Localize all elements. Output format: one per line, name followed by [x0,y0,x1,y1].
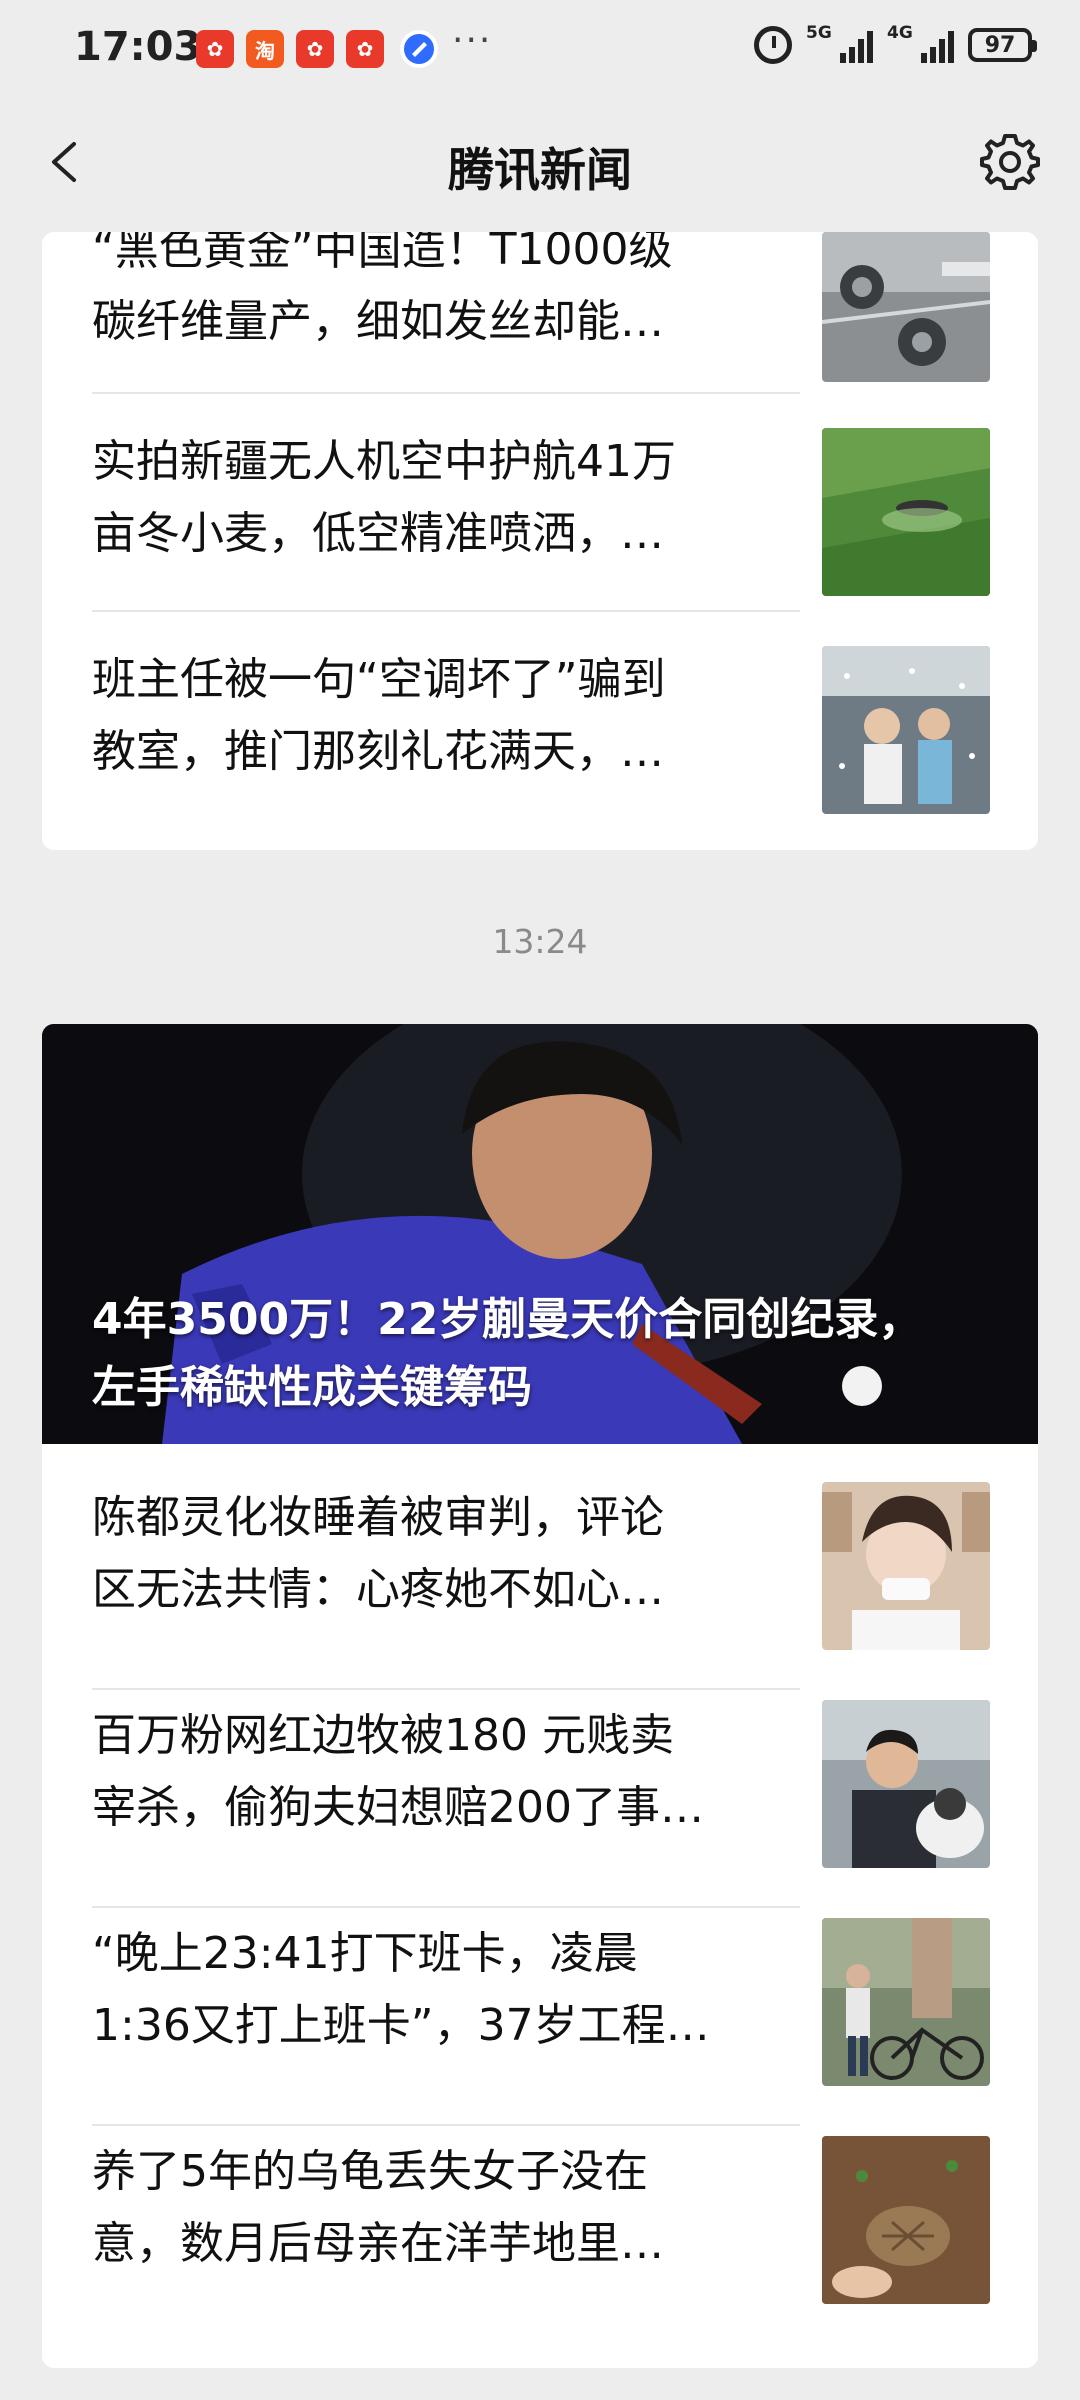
news-headline[interactable]: 养了5年的乌龟丢失女子没在 意，数月后母亲在洋芋地里… [92,2136,782,2280]
status-time: 17:03 [74,24,202,70]
news-card-1: “黑色黄金”中国造！T1000级 碳纤维量产，细如发丝却能… 实拍新疆无人机空中… [42,232,1038,850]
settings-gear-icon[interactable] [978,130,1042,194]
more-notifications-icon: ··· [452,20,493,61]
news-thumbnail[interactable] [822,1482,990,1650]
news-item[interactable]: 班主任被一句“空调坏了”骗到 教室，推门那刻礼花满天，… [42,612,990,830]
news-item[interactable]: 实拍新疆无人机空中护航41万 亩冬小麦，低空精准喷洒，… [42,394,990,612]
app-icon [400,30,438,68]
hero-headline[interactable]: 4年3500万！22岁蒯曼天价合同创纪录， 左手稀缺性成关键筹码 [92,1286,1012,1422]
alarm-icon [754,26,792,64]
status-bar: 17:03 ✿ 淘 ✿ ✿ ··· 5G 4G 97 [0,0,1080,100]
news-thumbnail[interactable] [822,646,990,814]
news-headline[interactable]: “晚上23:41打下班卡，凌晨 1:36又打上班卡”，37岁工程… [92,1918,782,2062]
news-headline[interactable]: 班主任被一句“空调坏了”骗到 教室，推门那刻礼花满天，… [92,644,782,788]
signal-4g-icon: 4G [887,23,954,63]
signal-5g-icon: 5G [806,23,873,63]
news-thumbnail[interactable] [822,1918,990,2086]
news-thumbnail[interactable] [822,1700,990,1868]
news-card-2: 4年3500万！22岁蒯曼天价合同创纪录， 左手稀缺性成关键筹码 陈都灵化妆睡着… [42,1024,1038,2368]
news-item[interactable]: 养了5年的乌龟丢失女子没在 意，数月后母亲在洋芋地里… [42,2102,990,2320]
news-thumbnail[interactable] [822,2136,990,2304]
battery-icon: 97 [968,28,1037,62]
tmall-icon: ✿ [346,30,384,68]
news-item[interactable]: 百万粉网红边牧被180 元贱卖 宰杀，偷狗夫妇想赔200了事… [42,1666,990,1884]
taobao-icon: 淘 [246,30,284,68]
tmall-icon: ✿ [296,30,334,68]
news-headline[interactable]: 百万粉网红边牧被180 元贱卖 宰杀，偷狗夫妇想赔200了事… [92,1700,782,1844]
battery-level: 97 [984,32,1016,58]
news-item[interactable]: 陈都灵化妆睡着被审判，评论 区无法共情：心疼她不如心… [42,1448,990,1666]
tmall-icon: ✿ [196,30,234,68]
news-item[interactable]: “晚上23:41打下班卡，凌晨 1:36又打上班卡”，37岁工程… [42,1884,990,2102]
page-title: 腾讯新闻 [448,143,632,197]
news-thumbnail[interactable] [822,428,990,596]
status-right: 5G 4G 97 [754,23,1037,64]
hero-news[interactable]: 4年3500万！22岁蒯曼天价合同创纪录， 左手稀缺性成关键筹码 [42,1024,1038,1444]
news-headline[interactable]: 实拍新疆无人机空中护航41万 亩冬小麦，低空精准喷洒，… [92,426,782,570]
news-headline[interactable]: 陈都灵化妆睡着被审判，评论 区无法共情：心疼她不如心… [92,1482,782,1626]
news-headline[interactable]: “黑色黄金”中国造！T1000级 碳纤维量产，细如发丝却能… [92,232,782,358]
timestamp: 13:24 [492,922,588,961]
news-thumbnail[interactable] [822,232,990,382]
top-bar: 腾讯新闻 [0,100,1080,228]
